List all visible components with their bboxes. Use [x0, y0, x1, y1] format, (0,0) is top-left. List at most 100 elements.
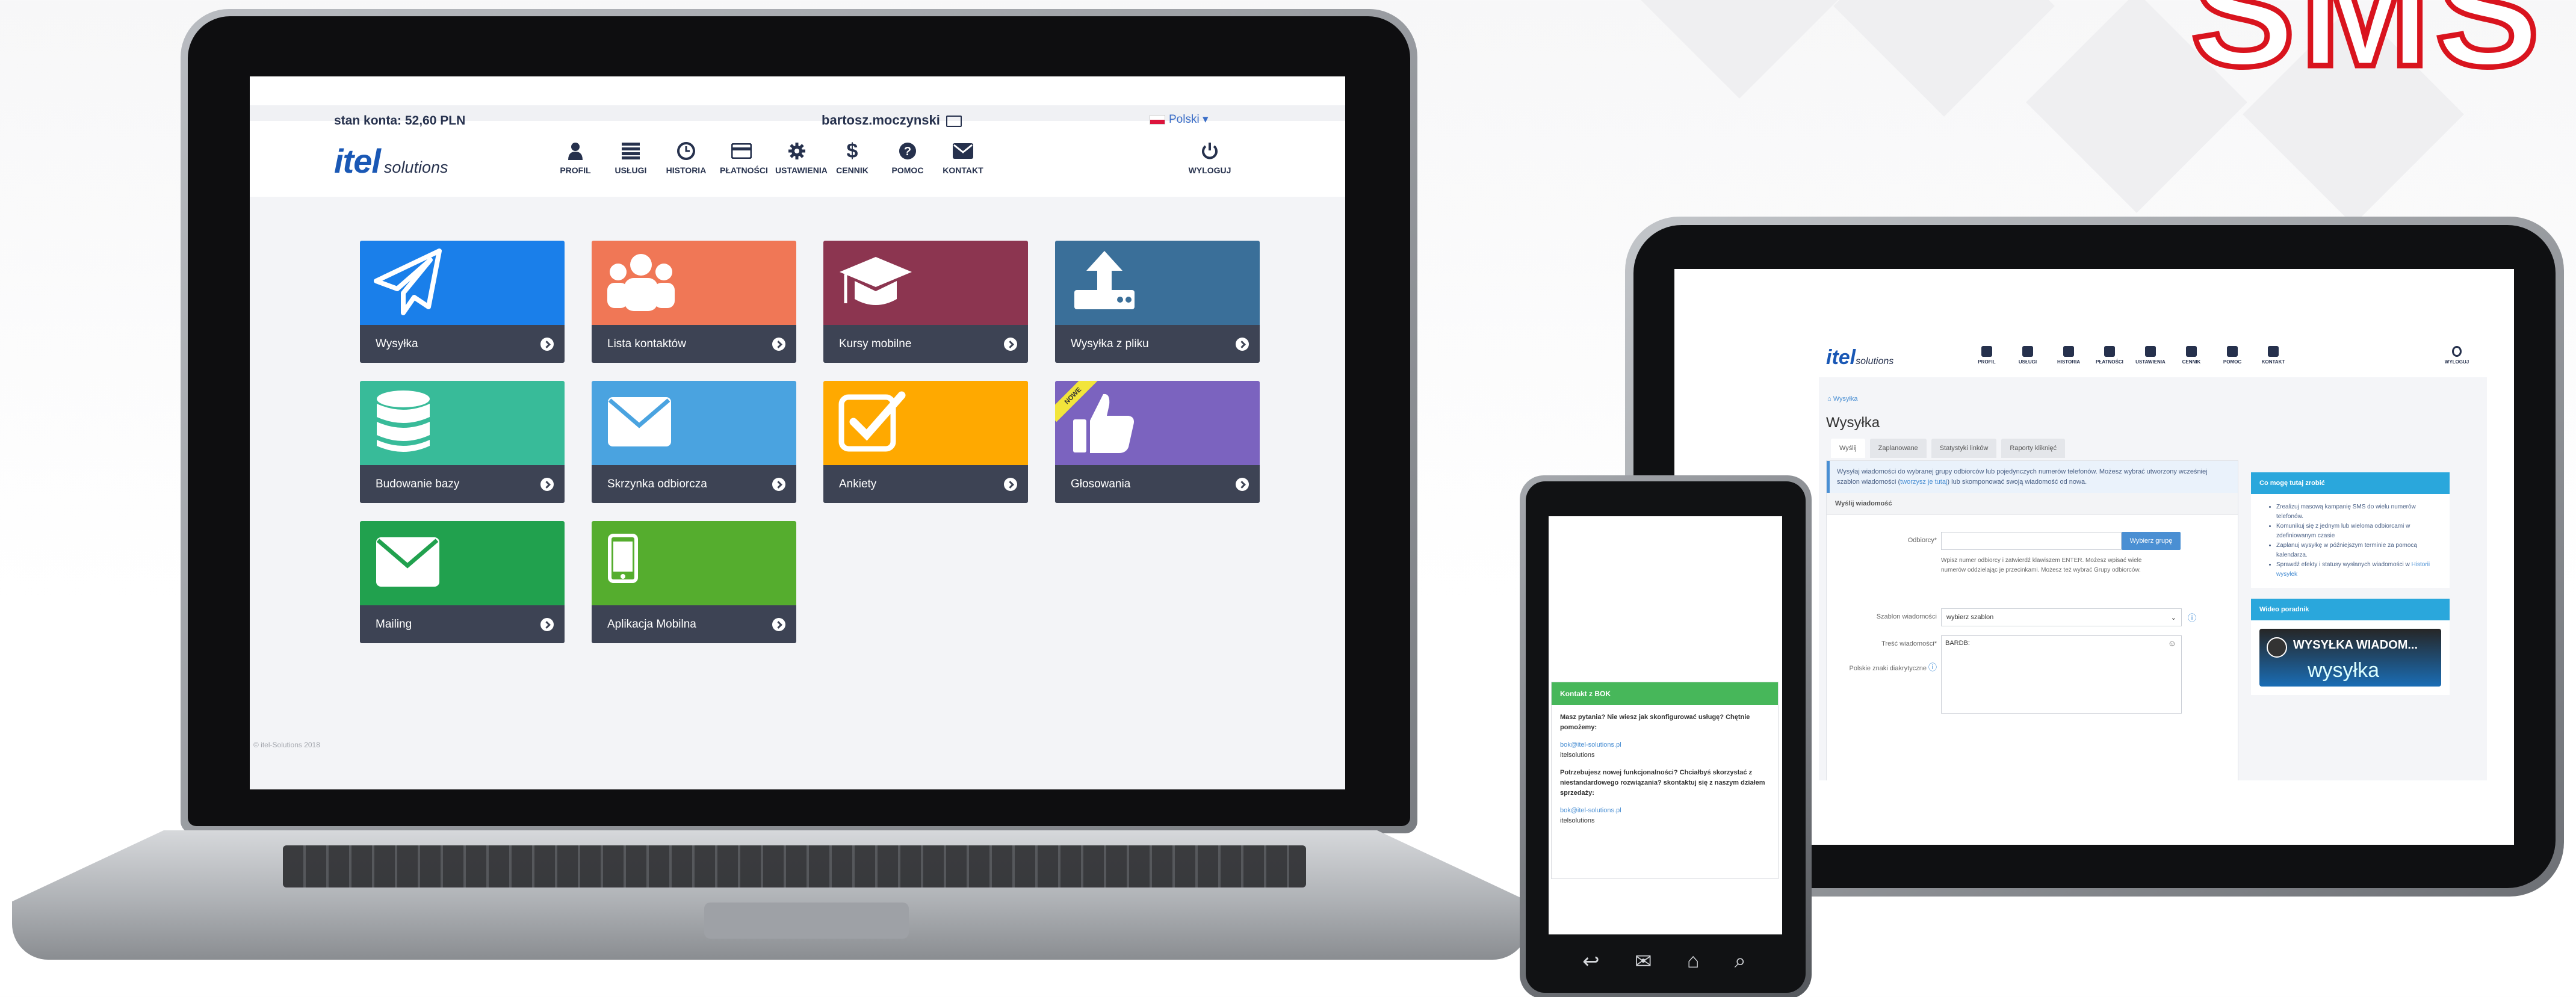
tab-statystyki-linkow[interactable]: Statystyki linków: [1931, 439, 1997, 458]
chevron-right-icon: [772, 617, 785, 631]
nav-ustawienia[interactable]: USTAWIENIA: [2133, 346, 2168, 365]
nav-pomoc[interactable]: ? POMOC: [886, 137, 929, 175]
sales-email-link[interactable]: bok@itel-solutions.pl: [1560, 807, 1621, 814]
envelope-icon: [376, 537, 439, 587]
chevron-right-icon: [1004, 337, 1017, 351]
tile-label: Wysyłka z pliku: [1071, 337, 1149, 350]
nav-historia[interactable]: HISTORIA: [664, 137, 708, 175]
help-list: Zrealizuj masową kampanię SMS do wielu n…: [2251, 494, 2450, 588]
top-header: stan konta: 52,60 PLN bartosz.moczynski …: [250, 76, 1345, 197]
breadcrumb[interactable]: ⌂ Wysyłka: [1827, 395, 1858, 403]
tile-mailing[interactable]: Mailing: [360, 521, 565, 643]
nav-cennik[interactable]: $ CENNIK: [831, 137, 874, 176]
nav-platnosci[interactable]: PŁATNOŚCI: [2092, 346, 2127, 365]
nav-historia[interactable]: HISTORIA: [2051, 346, 2086, 365]
section-header: Wyślij wiadomość: [1827, 493, 2238, 515]
laptop-trackpad: [704, 903, 909, 939]
info-icon[interactable]: ⓘ: [2188, 612, 2196, 624]
back-icon[interactable]: ↩: [1582, 949, 1600, 974]
card-icon: [2104, 346, 2115, 357]
chevron-right-icon: [1236, 477, 1249, 491]
clock-icon: [677, 142, 695, 160]
logout-label: WYLOGUJ: [1188, 165, 1231, 175]
search-icon[interactable]: ⌕: [1735, 949, 1746, 974]
nav-cennik[interactable]: CENNIK: [2174, 346, 2209, 365]
tab-zaplanowane[interactable]: Zaplanowane: [1869, 439, 1927, 458]
logout-button[interactable]: WYLOGUJ: [2439, 346, 2475, 365]
language-select[interactable]: Polski ▾: [1150, 113, 1209, 126]
nav-label: USTAWIENIA: [2135, 359, 2166, 365]
tile-aplikacja-mobilna[interactable]: Aplikacja Mobilna: [592, 521, 796, 643]
tile-ankiety[interactable]: Ankiety: [823, 381, 1028, 503]
tile-budowanie-bazy[interactable]: Budowanie bazy: [360, 381, 565, 503]
contact-email-link[interactable]: bok@itel-solutions.pl: [1560, 741, 1621, 749]
language-label: Polski: [1169, 113, 1200, 126]
nav-label: PŁATNOŚCI: [720, 165, 768, 175]
tile-skrzynka-odbiorcza[interactable]: Skrzynka odbiorcza: [592, 381, 796, 503]
list-icon: [2022, 346, 2033, 357]
logout-button[interactable]: WYLOGUJ: [1183, 137, 1237, 175]
tile-wysylka[interactable]: Wysyłka: [360, 241, 565, 363]
envelope-icon: [2268, 346, 2279, 357]
bg-diamond: [1833, 0, 2055, 117]
tablet-header: itelsolutions PROFIL USŁUGI HISTORIA PŁA…: [1819, 335, 2487, 377]
recipients-input[interactable]: [1941, 532, 2122, 550]
itel-logo[interactable]: itelsolutions: [334, 141, 448, 181]
contact-card-title: Kontakt z BOK: [1552, 682, 1778, 705]
nav-label: HISTORIA: [2057, 359, 2081, 365]
dollar-icon: [2186, 346, 2197, 357]
logout-label: WYLOGUJ: [2444, 359, 2469, 365]
tile-lista-kontaktow[interactable]: Lista kontaktów: [592, 241, 796, 363]
nav-label: PŁATNOŚCI: [2096, 359, 2123, 365]
users-icon: [607, 254, 675, 311]
video-player[interactable]: WYSYŁKA WIADOM... wysyłka: [2259, 629, 2441, 687]
tab-wyslij[interactable]: Wyślij: [1831, 439, 1865, 458]
chevron-right-icon: [540, 477, 554, 491]
envelope-icon: [953, 143, 973, 159]
tile-label: Budowanie bazy: [376, 477, 460, 490]
nav-label: HISTORIA: [666, 165, 707, 175]
gear-icon: [788, 143, 805, 159]
phone-screen: Kontakt z BOK Masz pytania? Nie wiesz ja…: [1549, 516, 1782, 934]
sales-question: Potrzebujesz nowej funkcjonalności? Chci…: [1560, 769, 1765, 797]
message-value: BARDB:: [1945, 640, 1970, 647]
channel-logo: [2267, 637, 2287, 658]
database-icon: [377, 390, 430, 452]
tile-glosowania[interactable]: NOWE Głosowania: [1055, 381, 1260, 503]
tile-kursy-mobilne[interactable]: Kursy mobilne: [823, 241, 1028, 363]
envelope-icon: [608, 397, 671, 446]
nav-kontakt[interactable]: KONTAKT: [2256, 346, 2291, 365]
dollar-icon: $: [846, 139, 858, 162]
nav-uslugi[interactable]: USŁUGI: [2010, 346, 2045, 365]
choose-group-button[interactable]: Wybierz grupę: [2122, 532, 2181, 550]
gear-icon: [2145, 346, 2156, 357]
logo-sub: solutions: [1856, 356, 1894, 366]
nav-uslugi[interactable]: USŁUGI: [609, 137, 652, 175]
chevron-right-icon: [540, 337, 554, 351]
nav-pomoc[interactable]: POMOC: [2215, 346, 2250, 365]
nav-platnosci[interactable]: PŁATNOŚCI: [720, 137, 768, 175]
templates-link[interactable]: tworzysz je tutaj: [1900, 478, 1947, 486]
tab-raporty-klikniec[interactable]: Raporty kliknięć: [2001, 439, 2066, 458]
nav-profil[interactable]: PROFIL: [554, 137, 597, 175]
card-icon: [731, 143, 752, 159]
tile-label: Skrzynka odbiorcza: [607, 477, 707, 490]
username-text: bartosz.moczynski: [822, 113, 940, 128]
nav-kontakt[interactable]: KONTAKT: [941, 137, 985, 175]
itel-logo[interactable]: itelsolutions: [1826, 346, 1893, 369]
tile-wysylka-z-pliku[interactable]: Wysyłka z pliku: [1055, 241, 1260, 363]
chevron-right-icon: [540, 617, 554, 631]
nav-profil[interactable]: PROFIL: [1969, 346, 2004, 365]
clock-icon: [2063, 346, 2074, 357]
template-select[interactable]: wybierz szablon ⌄: [1941, 608, 2182, 626]
envelope-icon[interactable]: ✉: [1635, 949, 1652, 974]
power-icon: [1202, 143, 1218, 159]
message-textarea[interactable]: BARDB: ☺: [1941, 635, 2182, 714]
info-icon[interactable]: ⓘ: [1928, 662, 1937, 672]
video-panel: WYSYŁKA WIADOM... wysyłka: [2251, 620, 2450, 695]
tile-label: Głosowania: [1071, 477, 1131, 490]
home-icon[interactable]: ⌂: [1687, 949, 1700, 974]
emoji-icon[interactable]: ☺: [2168, 638, 2176, 648]
nav-ustawienia[interactable]: USTAWIENIA: [775, 137, 828, 175]
username-link[interactable]: bartosz.moczynski: [822, 113, 962, 128]
